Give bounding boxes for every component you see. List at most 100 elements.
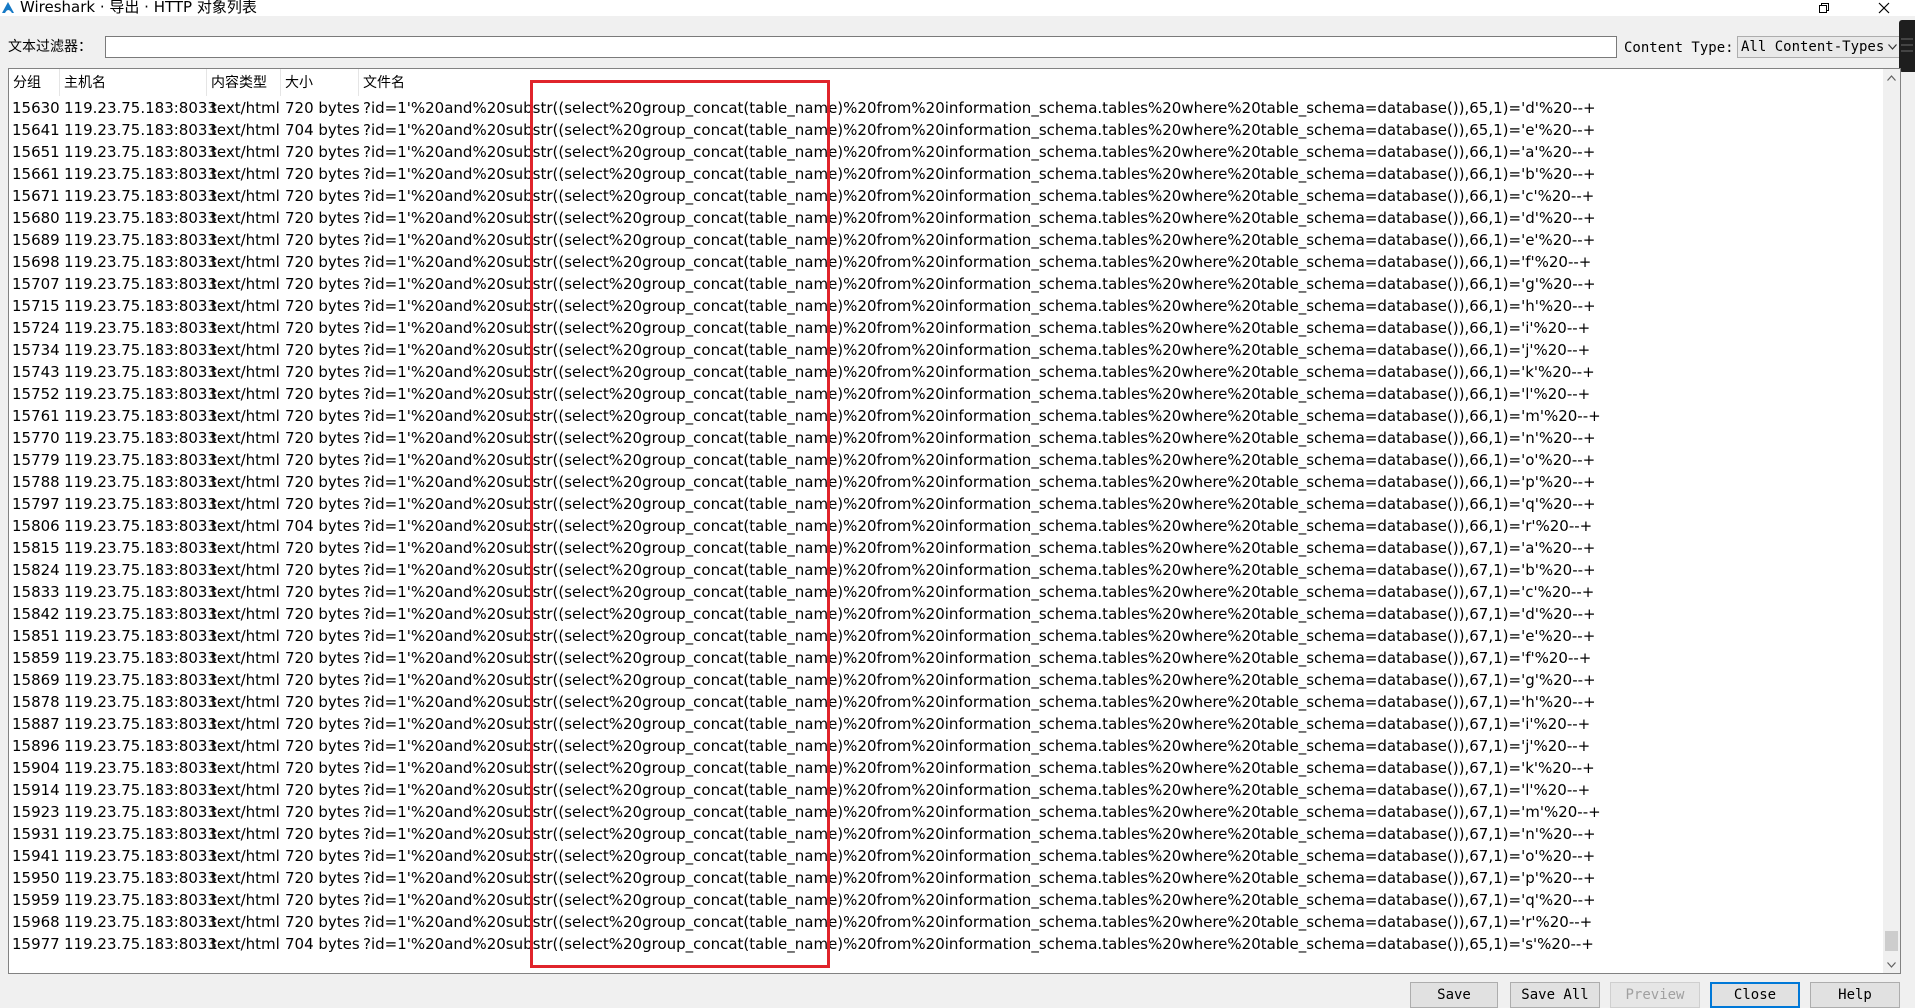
cell-content-type: text/html [211,495,280,513]
cell-content-type: text/html [211,781,280,799]
cell-hostname: 119.23.75.183:8033 [64,297,217,315]
wireshark-fin-icon [2,2,14,13]
cell-content-type: text/html [211,649,280,667]
cell-packet: 15931 [12,825,60,843]
cell-hostname: 119.23.75.183:8033 [64,671,217,689]
scroll-down-button[interactable] [1883,956,1900,973]
cell-size: 720 bytes [285,429,360,447]
cell-size: 720 bytes [285,913,360,931]
chevron-down-icon [1887,961,1896,968]
cell-hostname: 119.23.75.183:8033 [64,187,217,205]
column-header-packet[interactable]: 分组 [9,69,60,96]
cell-hostname: 119.23.75.183:8033 [64,121,217,139]
cell-content-type: text/html [211,253,280,271]
cell-packet: 15680 [12,209,60,227]
cell-packet: 15661 [12,165,60,183]
cell-content-type: text/html [211,297,280,315]
close-button[interactable]: Close [1710,982,1800,1008]
scroll-up-button[interactable] [1883,69,1900,86]
cell-hostname: 119.23.75.183:8033 [64,913,217,931]
cell-size: 720 bytes [285,297,360,315]
content-type-select[interactable]: All Content-Types [1737,36,1901,58]
http-object-list[interactable]: 分组 主机名 内容类型 大小 文件名 15630 119.23.75.183:80… [8,68,1901,974]
cell-size: 720 bytes [285,759,360,777]
cell-hostname: 119.23.75.183:8033 [64,363,217,381]
cell-content-type: text/html [211,671,280,689]
cell-content-type: text/html [211,165,280,183]
cell-packet: 15914 [12,781,60,799]
cell-size: 720 bytes [285,715,360,733]
cell-packet: 15698 [12,253,60,271]
cell-size: 720 bytes [285,737,360,755]
cell-size: 720 bytes [285,803,360,821]
cell-packet: 15968 [12,913,60,931]
cell-packet: 15923 [12,803,60,821]
cell-packet: 15770 [12,429,60,447]
window-title: Wireshark · 导出 · HTTP 对象列表 [20,0,257,16]
cell-packet: 15651 [12,143,60,161]
save-all-button[interactable]: Save All [1510,982,1600,1008]
close-window-button[interactable] [1864,0,1904,16]
scroll-thumb[interactable] [1885,931,1898,951]
cell-size: 720 bytes [285,143,360,161]
cell-packet: 15671 [12,187,60,205]
cell-hostname: 119.23.75.183:8033 [64,781,217,799]
cell-content-type: text/html [211,385,280,403]
cell-packet: 15824 [12,561,60,579]
column-header-size[interactable]: 大小 [281,69,359,96]
cell-content-type: text/html [211,561,280,579]
cell-hostname: 119.23.75.183:8033 [64,847,217,865]
cell-content-type: text/html [211,473,280,491]
cell-size: 720 bytes [285,869,360,887]
cell-size: 720 bytes [285,231,360,249]
cell-hostname: 119.23.75.183:8033 [64,737,217,755]
cell-size: 704 bytes [285,935,360,953]
cell-hostname: 119.23.75.183:8033 [64,539,217,557]
cell-packet: 15797 [12,495,60,513]
restore-button[interactable] [1804,0,1844,16]
cell-size: 720 bytes [285,825,360,843]
cell-hostname: 119.23.75.183:8033 [64,825,217,843]
save-button[interactable]: Save [1410,982,1498,1008]
cell-content-type: text/html [211,121,280,139]
cell-packet: 15941 [12,847,60,865]
cell-content-type: text/html [211,143,280,161]
column-header-content-type[interactable]: 内容类型 [207,69,281,96]
text-filter-label: 文本过滤器： [8,39,92,55]
vertical-scrollbar[interactable] [1883,69,1900,973]
cell-packet: 15904 [12,759,60,777]
cell-size: 720 bytes [285,407,360,425]
cell-size: 720 bytes [285,363,360,381]
cell-hostname: 119.23.75.183:8033 [64,495,217,513]
cell-hostname: 119.23.75.183:8033 [64,253,217,271]
cell-size: 720 bytes [285,495,360,513]
cell-packet: 15641 [12,121,60,139]
cell-content-type: text/html [211,451,280,469]
cell-content-type: text/html [211,715,280,733]
cell-content-type: text/html [211,99,280,117]
help-button[interactable]: Help [1810,982,1900,1008]
cell-hostname: 119.23.75.183:8033 [64,715,217,733]
cell-hostname: 119.23.75.183:8033 [64,605,217,623]
content-type-label: Content Type: [1624,40,1734,56]
cell-size: 720 bytes [285,385,360,403]
close-icon [1878,2,1890,14]
cell-size: 720 bytes [285,781,360,799]
cell-hostname: 119.23.75.183:8033 [64,341,217,359]
cell-packet: 15630 [12,99,60,117]
column-header-hostname[interactable]: 主机名 [60,69,207,96]
cell-hostname: 119.23.75.183:8033 [64,759,217,777]
side-handle [1899,20,1915,72]
preview-button[interactable]: Preview [1610,982,1700,1008]
cell-content-type: text/html [211,803,280,821]
cell-packet: 15950 [12,869,60,887]
cell-content-type: text/html [211,319,280,337]
text-filter-input[interactable] [105,36,1617,58]
cell-packet: 15959 [12,891,60,909]
cell-content-type: text/html [211,605,280,623]
cell-content-type: text/html [211,891,280,909]
restore-icon [1819,3,1829,13]
cell-size: 720 bytes [285,561,360,579]
cell-size: 720 bytes [285,275,360,293]
cell-size: 720 bytes [285,605,360,623]
